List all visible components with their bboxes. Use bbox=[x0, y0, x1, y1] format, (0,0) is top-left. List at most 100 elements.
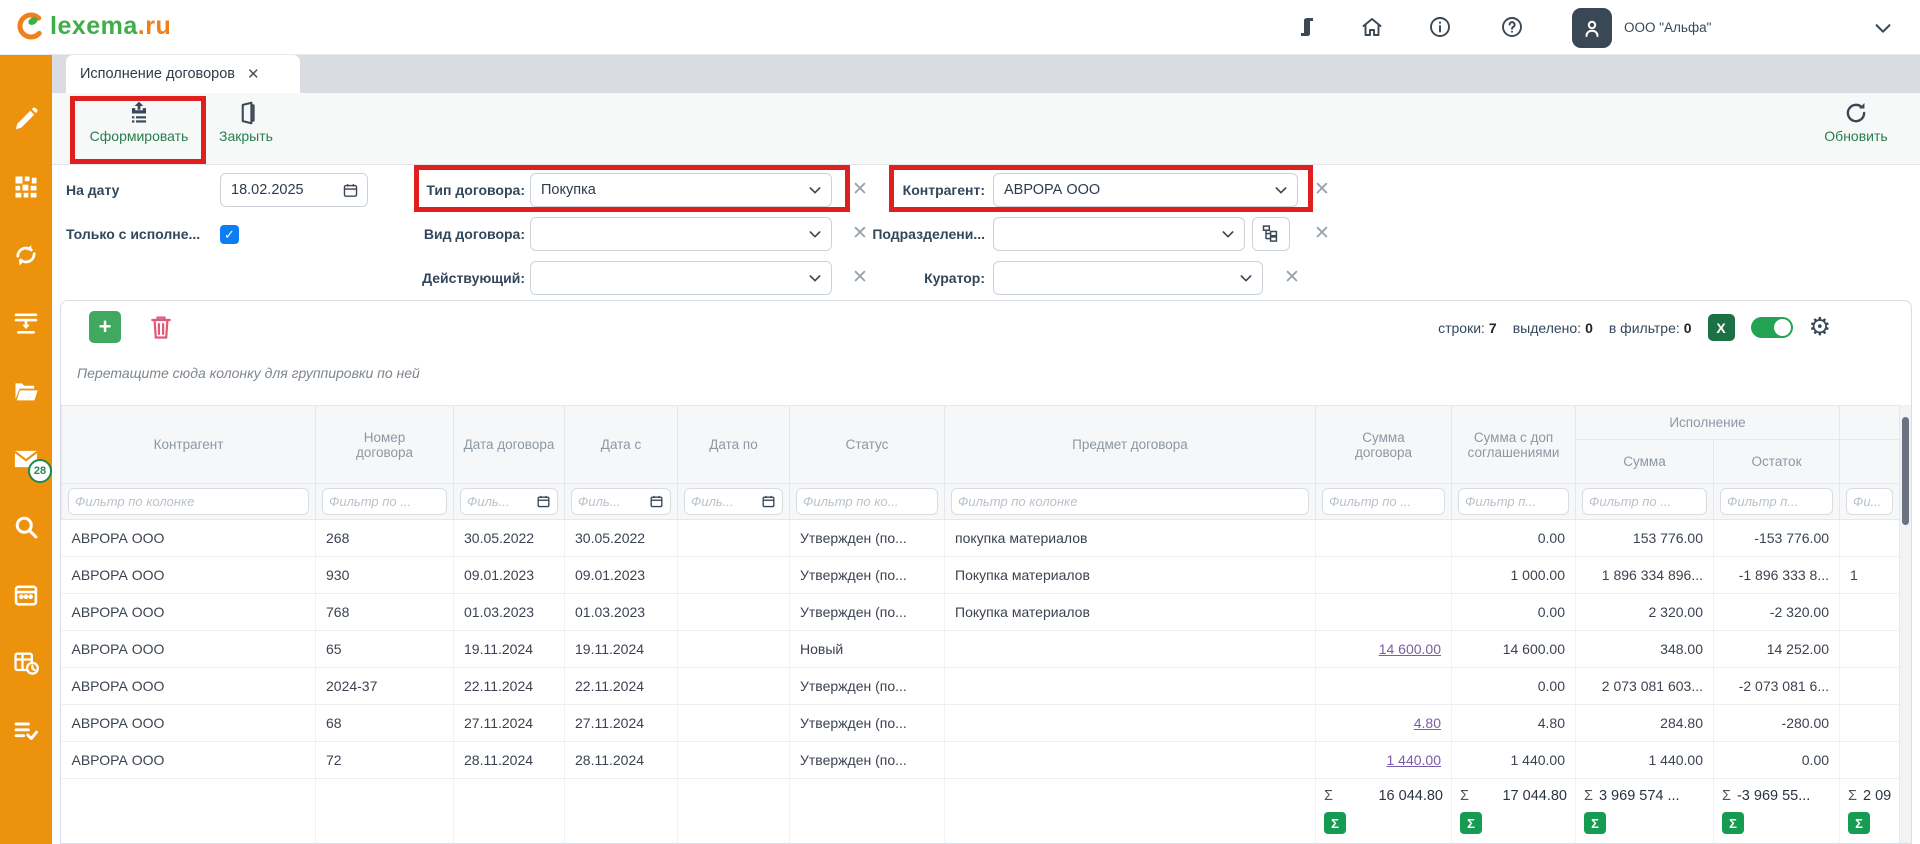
home-icon[interactable] bbox=[1360, 15, 1384, 39]
cell-value: Утвержден (по... bbox=[800, 604, 907, 620]
info-icon[interactable] bbox=[1428, 15, 1452, 39]
column-filter-input[interactable] bbox=[1582, 488, 1707, 515]
logo-text: lexema.ru bbox=[50, 12, 171, 41]
col-header[interactable]: Дата с bbox=[565, 406, 678, 484]
column-filter-input[interactable] bbox=[460, 488, 558, 515]
sidebar-item-print-queue[interactable] bbox=[12, 309, 40, 337]
col-header[interactable]: Сумма договора bbox=[1316, 406, 1452, 484]
division-select[interactable] bbox=[993, 217, 1245, 251]
table-row[interactable]: АВРОРА ООО6519.11.202419.11.2024Новый14 … bbox=[62, 631, 1900, 668]
grid-mode-toggle[interactable] bbox=[1751, 317, 1793, 338]
sidebar-item-search[interactable] bbox=[12, 513, 40, 541]
only-with-exec-checkbox[interactable]: ✓ bbox=[220, 225, 239, 244]
sigma-badge[interactable]: Σ bbox=[1722, 812, 1744, 834]
column-filter-input[interactable] bbox=[68, 488, 309, 515]
cell-value: 09.01.2023 bbox=[464, 567, 534, 583]
contract-sum-link[interactable]: 1 440.00 bbox=[1387, 752, 1442, 768]
sidebar-item-folders[interactable] bbox=[12, 377, 40, 405]
column-filter-input[interactable] bbox=[951, 488, 1309, 515]
curator-clear-icon[interactable]: ✕ bbox=[1284, 261, 1300, 295]
chevron-down-icon bbox=[1273, 182, 1289, 198]
table-body: АВРОРА ООО26830.05.202230.05.2022Утвержд… bbox=[62, 520, 1900, 779]
col-header[interactable] bbox=[1840, 440, 1899, 484]
table-row[interactable]: АВРОРА ООО93009.01.202309.01.2023Утвержд… bbox=[62, 557, 1900, 594]
table-row[interactable]: АВРОРА ООО7228.11.202428.11.2024Утвержде… bbox=[62, 742, 1900, 779]
sidebar-item-edit[interactable] bbox=[12, 105, 40, 133]
column-filter-input[interactable] bbox=[1322, 488, 1445, 515]
col-header[interactable]: Сумма с доп соглашениями bbox=[1452, 406, 1576, 484]
add-row-button[interactable]: + bbox=[89, 311, 121, 343]
cell-value: 768 bbox=[326, 604, 349, 620]
counterparty-select[interactable]: АВРОРА ООО bbox=[993, 173, 1298, 207]
chevron-down-icon bbox=[807, 182, 823, 198]
contract-sum-link[interactable]: 14 600.00 bbox=[1379, 641, 1441, 657]
column-filter-input[interactable] bbox=[796, 488, 938, 515]
tab-close-icon[interactable]: ✕ bbox=[247, 65, 260, 83]
column-filter-input[interactable] bbox=[684, 488, 783, 515]
chevron-down-icon[interactable] bbox=[1872, 17, 1894, 39]
generate-button[interactable]: Сформировать bbox=[76, 100, 202, 144]
table-row[interactable]: АВРОРА ООО2024-3722.11.202422.11.2024Утв… bbox=[62, 668, 1900, 705]
sidebar-item-mail[interactable]: 28 bbox=[12, 445, 40, 473]
column-filter-input[interactable] bbox=[1846, 488, 1893, 515]
cell-value: 30.05.2022 bbox=[464, 530, 534, 546]
cell-value: 1 440.00 bbox=[1649, 752, 1704, 768]
sidebar-item-tasks[interactable] bbox=[12, 717, 40, 745]
col-header[interactable]: Предмет договора bbox=[945, 406, 1316, 484]
col-header[interactable]: Контрагент bbox=[62, 406, 316, 484]
help-icon[interactable] bbox=[1500, 15, 1524, 39]
cell-value: 01.03.2023 bbox=[575, 604, 645, 620]
sigma-badge[interactable]: Σ bbox=[1848, 812, 1870, 834]
contract-type-select[interactable]: Покупка bbox=[530, 173, 832, 207]
division-label: Подразделени... bbox=[858, 217, 985, 251]
gear-icon[interactable]: ⚙ bbox=[1809, 315, 1831, 340]
col-header[interactable]: Сумма bbox=[1576, 440, 1714, 484]
sidebar-item-modules[interactable] bbox=[12, 173, 40, 201]
refresh-button[interactable]: Обновить bbox=[1810, 100, 1902, 144]
sigma-badge[interactable]: Σ bbox=[1324, 812, 1346, 834]
curator-label: Куратор: bbox=[858, 261, 985, 295]
documents-icon[interactable] bbox=[1295, 15, 1319, 39]
contract-sum-link[interactable]: 4.80 bbox=[1414, 715, 1441, 731]
counterparty-label: Контрагент: bbox=[858, 173, 985, 207]
cell-value: 4.80 bbox=[1538, 715, 1565, 731]
col-header[interactable]: Статус bbox=[790, 406, 945, 484]
table-row[interactable]: АВРОРА ООО76801.03.202301.03.2023Утвержд… bbox=[62, 594, 1900, 631]
vertical-scrollbar[interactable] bbox=[1899, 405, 1911, 843]
sigma-badge[interactable]: Σ bbox=[1460, 812, 1482, 834]
table-row[interactable]: АВРОРА ООО6827.11.202427.11.2024Утвержде… bbox=[62, 705, 1900, 742]
calendar-icon bbox=[536, 494, 551, 509]
column-filter-input[interactable] bbox=[571, 488, 671, 515]
sidebar-item-sync[interactable] bbox=[12, 241, 40, 269]
curator-select[interactable] bbox=[993, 261, 1263, 295]
close-button[interactable]: Закрыть bbox=[208, 100, 284, 144]
sidebar-item-reports[interactable] bbox=[12, 649, 40, 677]
column-filter-input[interactable] bbox=[322, 488, 447, 515]
active-select[interactable] bbox=[530, 261, 832, 295]
on-date-input[interactable]: 18.02.2025 bbox=[220, 173, 368, 207]
app-logo[interactable]: lexema.ru bbox=[14, 9, 171, 43]
col-header[interactable]: Номер договора bbox=[316, 406, 454, 484]
toggle-knob bbox=[1774, 319, 1791, 336]
sigma-badge[interactable]: Σ bbox=[1584, 812, 1606, 834]
division-clear-icon[interactable]: ✕ bbox=[1314, 217, 1330, 251]
excel-export-button[interactable]: X bbox=[1708, 314, 1735, 341]
col-header[interactable]: Дата договора bbox=[454, 406, 565, 484]
division-tree-button[interactable] bbox=[1252, 217, 1290, 251]
sidebar-item-calendar[interactable] bbox=[12, 581, 40, 609]
scrollbar-thumb[interactable] bbox=[1902, 417, 1909, 525]
counterparty-clear-icon[interactable]: ✕ bbox=[1314, 173, 1330, 207]
tab-contract-execution[interactable]: Исполнение договоров ✕ bbox=[66, 55, 300, 93]
table-row[interactable]: АВРОРА ООО26830.05.202230.05.2022Утвержд… bbox=[62, 520, 1900, 557]
footer-sum-with-addendum: Σ17 044.80 Σ Σ▼17 044.80 bbox=[1452, 779, 1576, 844]
column-filter-input[interactable] bbox=[1458, 488, 1569, 515]
user-avatar[interactable] bbox=[1572, 8, 1612, 48]
contract-kind-select[interactable] bbox=[530, 217, 832, 251]
col-header[interactable]: Остаток bbox=[1714, 440, 1840, 484]
cell-value: 72 bbox=[326, 752, 342, 768]
col-header[interactable]: Дата по bbox=[678, 406, 790, 484]
tree-icon bbox=[1261, 224, 1281, 244]
delete-row-button[interactable] bbox=[147, 313, 175, 341]
column-filter-input[interactable] bbox=[1720, 488, 1833, 515]
cell-value: АВРОРА ООО bbox=[72, 715, 165, 731]
